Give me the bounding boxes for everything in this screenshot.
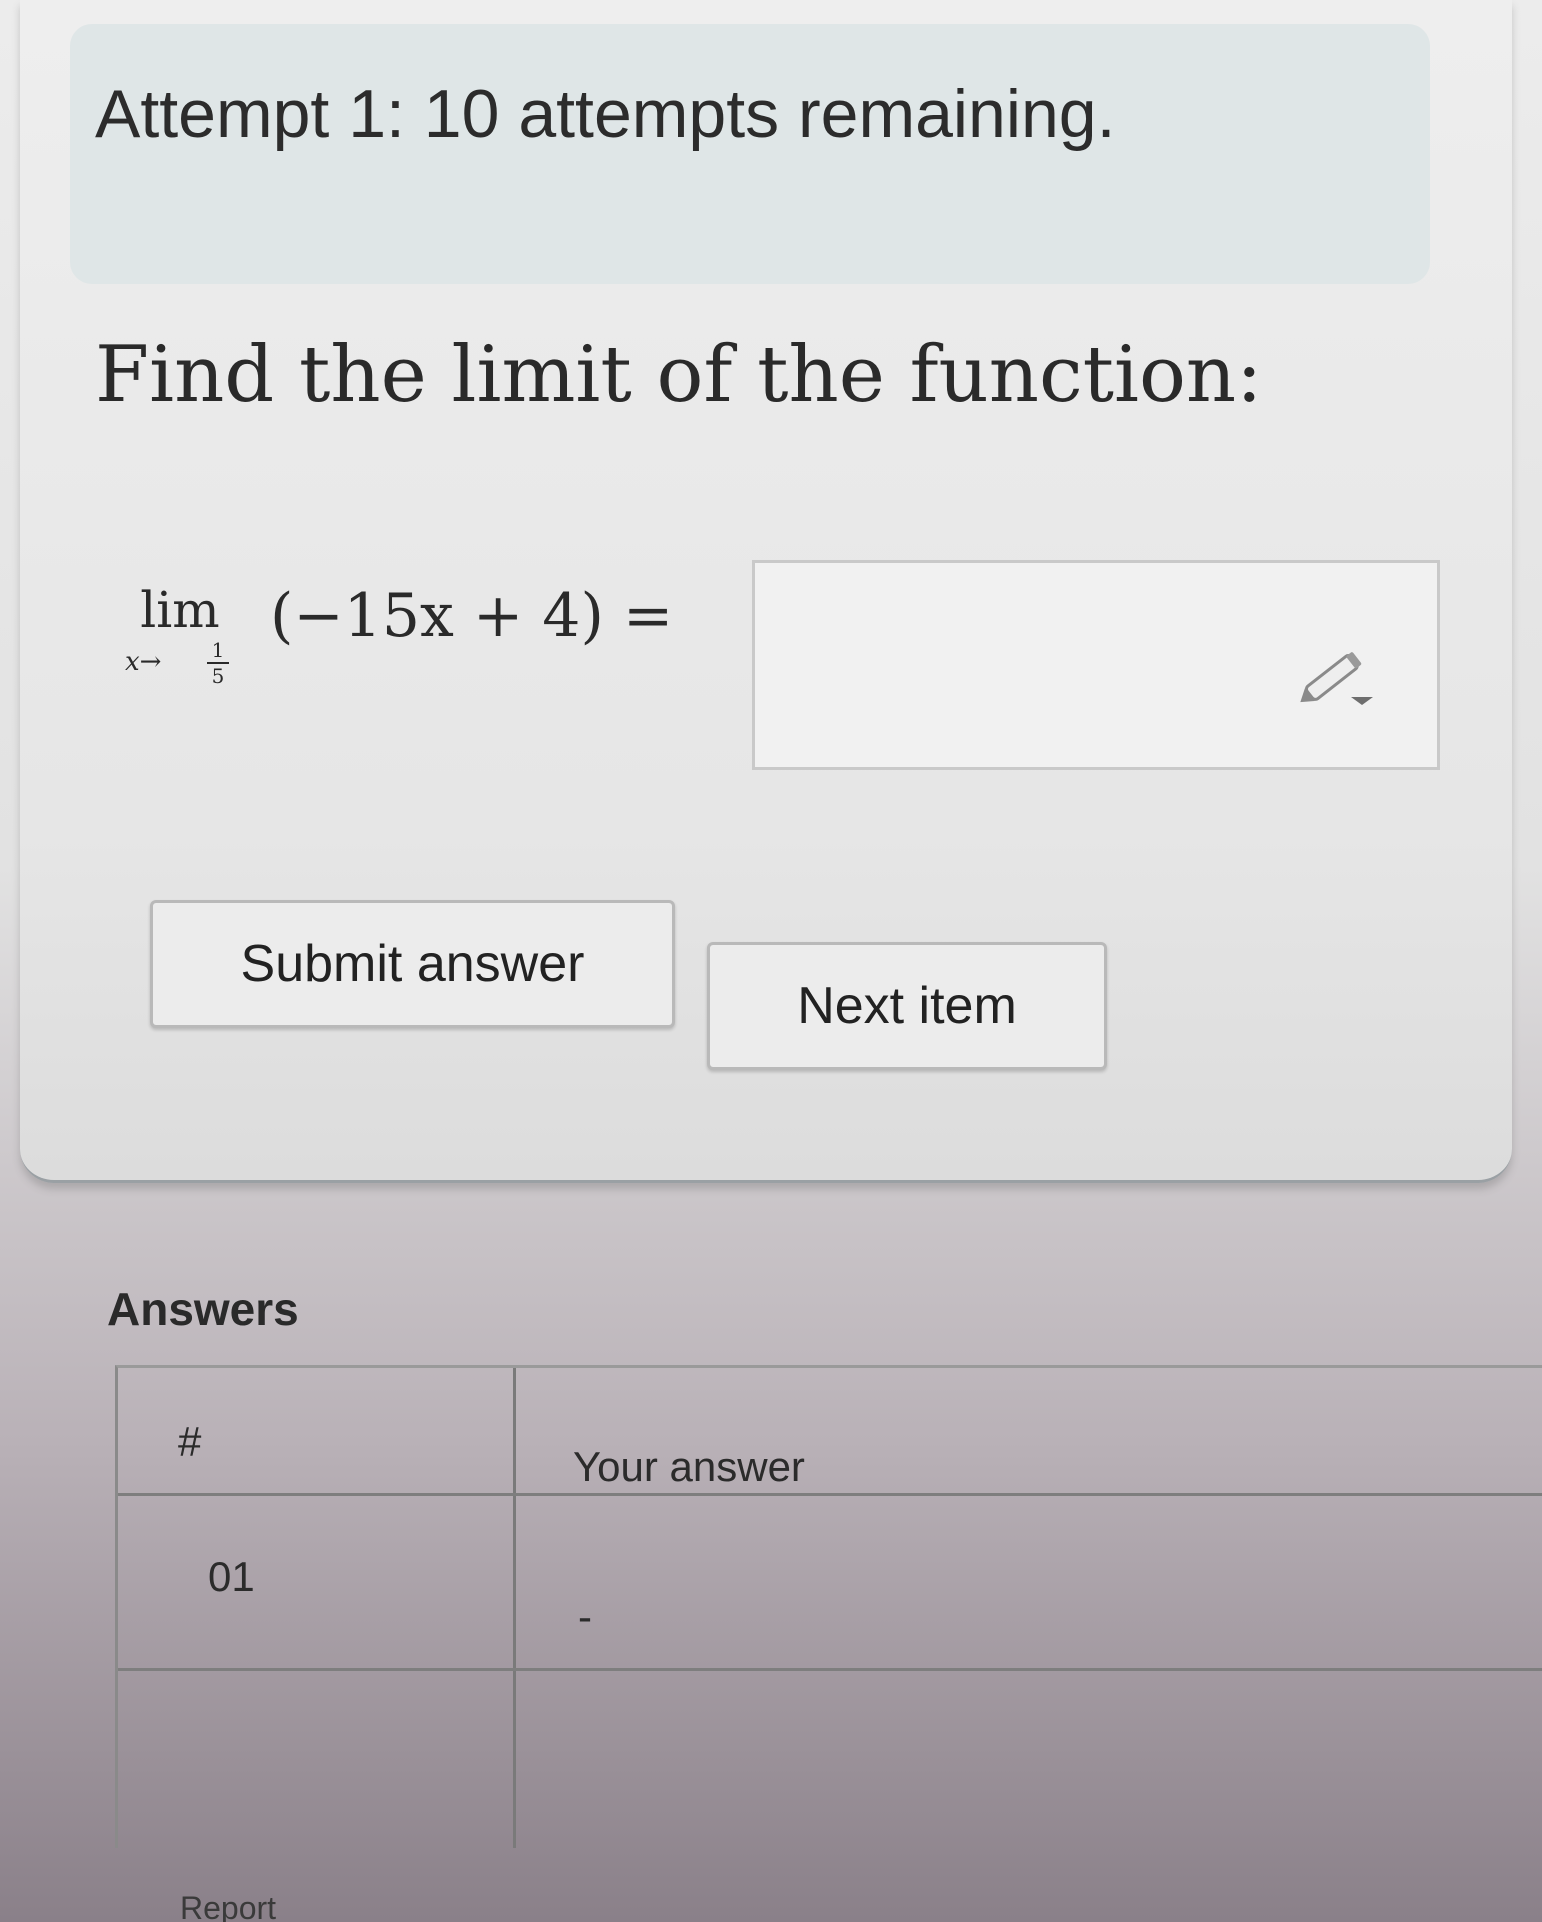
- pencil-icon[interactable]: [1295, 645, 1377, 707]
- report-link[interactable]: Report: [180, 1890, 276, 1922]
- table-row-divider: [118, 1668, 1542, 1671]
- column-header-number: #: [178, 1418, 202, 1465]
- attempt-banner: [70, 24, 1430, 284]
- page: Attempt 1: 10 attempts remaining. Find t…: [0, 0, 1542, 1922]
- row-answer: -: [578, 1593, 592, 1640]
- lim-word: lim: [140, 581, 220, 639]
- attempt-status-text: Attempt 1: 10 attempts remaining.: [95, 76, 1116, 152]
- fraction-numerator: 1: [211, 638, 225, 662]
- table-header-divider: [118, 1493, 1542, 1496]
- column-header-answer: Your answer: [573, 1443, 805, 1490]
- limit-fraction: 1 5: [207, 639, 229, 687]
- function-expression: (−15x + 4) =: [270, 581, 674, 651]
- limit-operator: lim: [115, 585, 245, 635]
- question-title: Find the limit of the function:: [95, 330, 1263, 420]
- answers-heading: Answers: [107, 1283, 299, 1335]
- next-item-button[interactable]: Next item: [707, 942, 1107, 1070]
- submit-answer-button[interactable]: Submit answer: [150, 900, 675, 1028]
- answers-table: # Your answer 01 -: [115, 1365, 1542, 1848]
- table-column-divider: [513, 1368, 516, 1848]
- fraction-denominator: 5: [211, 664, 225, 688]
- limit-variable: x→: [125, 647, 162, 677]
- limit-subscript: x→: [125, 647, 161, 677]
- row-number: 01: [208, 1553, 255, 1600]
